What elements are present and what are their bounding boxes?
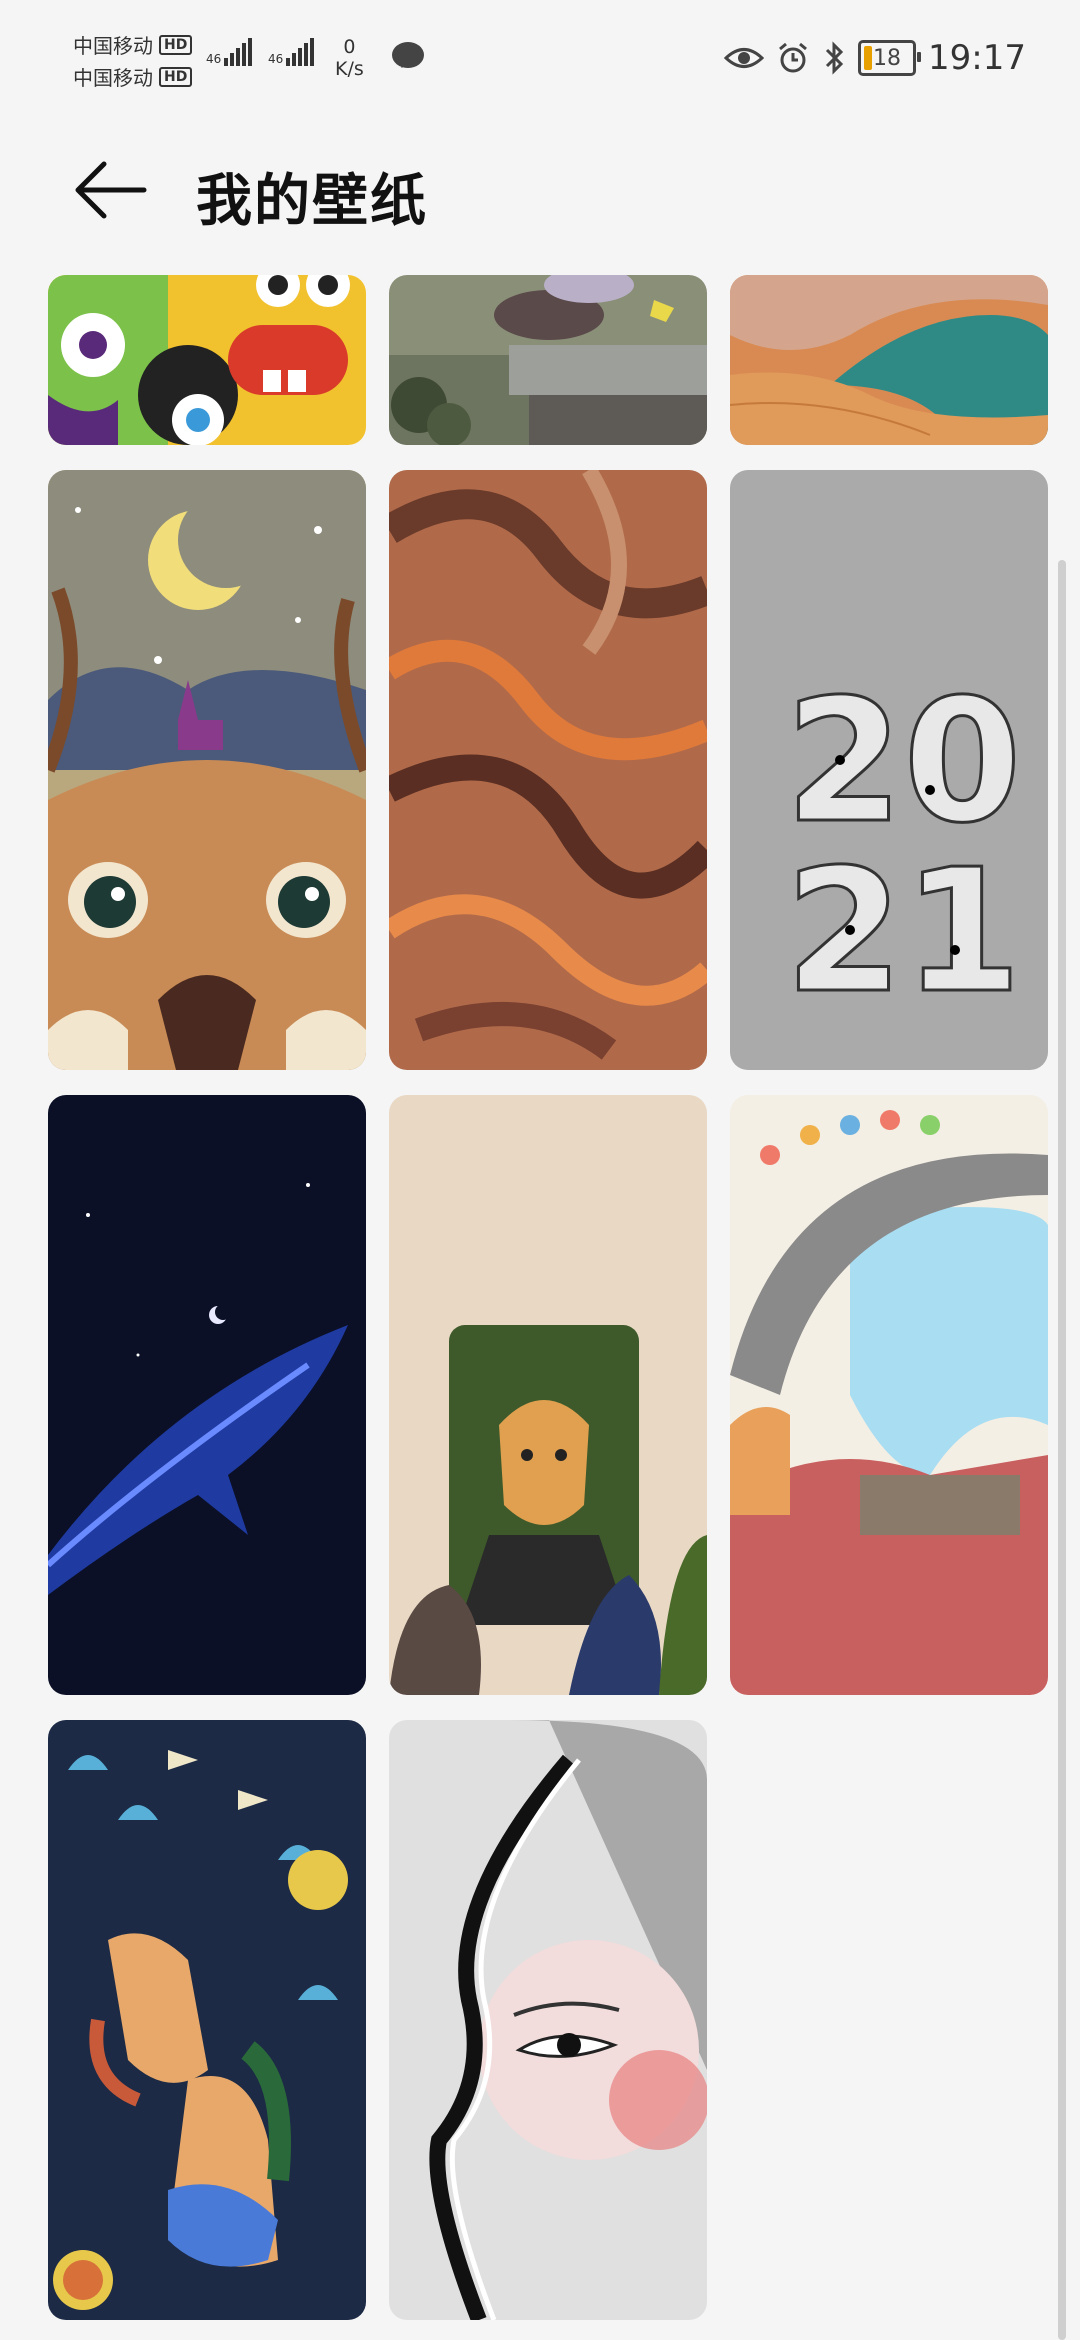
wallpaper-desert-dunes[interactable] <box>730 275 1048 445</box>
message-icon <box>392 42 424 68</box>
status-right-icons: 18 19:17 <box>724 38 1026 78</box>
wallpaper-deer-moon-image <box>48 470 366 1070</box>
back-arrow-icon[interactable] <box>70 158 150 222</box>
svg-text:20: 20 <box>785 663 1022 861</box>
speed-unit: K/s <box>335 58 364 80</box>
network-type-2: 46 <box>268 52 284 66</box>
wallpaper-girl-on-roof-image <box>389 275 707 445</box>
wallpaper-2021-numbers[interactable]: 20 21 <box>730 470 1048 1070</box>
speed-value: 0 <box>343 36 356 58</box>
network-speed: 0 K/s <box>335 36 364 80</box>
wallpaper-deer-moon[interactable] <box>48 470 366 1070</box>
wallpaper-leopard-portrait-image <box>389 1095 707 1695</box>
carrier-1: 中国移动 HD <box>73 30 193 59</box>
wallpaper-cartoon-monsters-image <box>48 275 366 445</box>
wallpaper-folk-art-figures-image <box>48 1720 366 2320</box>
eye-icon <box>724 48 765 68</box>
page-title: 我的壁纸 <box>196 169 428 234</box>
wallpaper-cat-town-bridge[interactable] <box>730 1095 1048 1695</box>
hd-badge-2: HD <box>159 66 193 87</box>
network-type-1: 46 <box>206 52 222 66</box>
wallpaper-folk-art-figures[interactable] <box>48 1720 366 2320</box>
carrier-1-name: 中国移动 <box>73 34 153 58</box>
wallpaper-2021-numbers-image: 20 21 <box>730 470 1048 1070</box>
hd-badge-1: HD <box>159 34 193 55</box>
bluetooth-icon <box>825 41 844 75</box>
svg-text:21: 21 <box>785 833 1022 1031</box>
battery-level: 18 <box>873 45 902 71</box>
carrier-2-name: 中国移动 <box>73 66 153 90</box>
status-bar: 中国移动 HD 中国移动 HD 46 46 0 K/s 18 19:17 <box>0 0 1080 110</box>
wallpaper-marble-swirl[interactable] <box>389 470 707 1070</box>
battery-icon: 18 <box>858 40 922 76</box>
wallpaper-face-profile-image <box>389 1720 707 2320</box>
wallpaper-face-profile[interactable] <box>389 1720 707 2320</box>
wallpaper-night-whale[interactable] <box>48 1095 366 1695</box>
clock: 19:17 <box>928 38 1026 78</box>
wallpaper-grid: 20 21 <box>48 275 1048 2340</box>
wallpaper-cat-town-bridge-image <box>730 1095 1048 1695</box>
scrollbar[interactable] <box>1058 560 1066 2340</box>
wallpaper-cartoon-monsters[interactable] <box>48 275 366 445</box>
signal-1-icon: 46 <box>206 36 253 66</box>
app-header: 我的壁纸 <box>0 130 1080 250</box>
wallpaper-night-whale-image <box>48 1095 366 1695</box>
signal-2-icon: 46 <box>268 36 315 66</box>
wallpaper-girl-on-roof[interactable] <box>389 275 707 445</box>
wallpaper-leopard-portrait[interactable] <box>389 1095 707 1695</box>
wallpaper-desert-dunes-image <box>730 275 1048 445</box>
alarm-icon <box>779 42 807 73</box>
carrier-2: 中国移动 HD <box>73 62 193 91</box>
wallpaper-marble-swirl-image <box>389 470 707 1070</box>
